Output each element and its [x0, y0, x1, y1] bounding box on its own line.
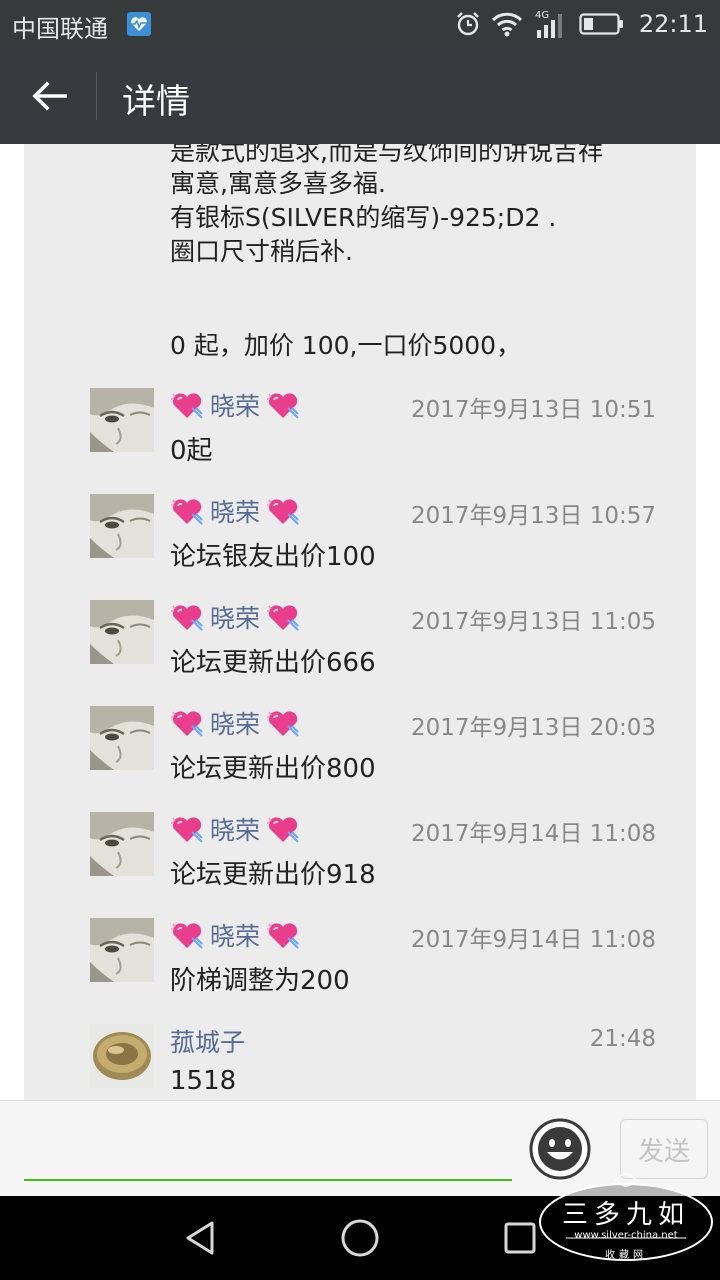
- comment-item[interactable]: 晓荣 2017年9月14日 11:08 阶梯调整为200: [24, 918, 696, 1018]
- comment-item[interactable]: 晓荣 2017年9月13日 20:03 论坛更新出价800: [24, 706, 696, 806]
- comment-timestamp: 2017年9月13日 11:05: [410, 609, 656, 635]
- comment-text: 论坛银友出价100: [170, 542, 376, 572]
- comment-author[interactable]: 晓荣: [170, 494, 300, 528]
- status-bar: 中国联通 4G 22:11: [0, 0, 720, 48]
- face-avatar-icon[interactable]: [90, 812, 154, 876]
- nav-back-button[interactable]: [178, 1216, 222, 1260]
- back-arrow-icon: [32, 81, 67, 111]
- author-name[interactable]: 菰城子: [170, 1023, 245, 1059]
- comment-author[interactable]: 晓荣: [170, 600, 300, 634]
- comment-item[interactable]: 晓荣 2017年9月13日 10:57 论坛银友出价100: [24, 494, 696, 594]
- carrier-label: 中国联通: [12, 15, 108, 43]
- comment-timestamp: 2017年9月13日 10:51: [410, 397, 656, 423]
- sparkling-heart-icon: [267, 817, 299, 843]
- watermark-title: 三多九如: [561, 1200, 690, 1230]
- comment-text: 0起: [170, 436, 213, 466]
- sparkling-heart-icon: [171, 923, 203, 949]
- post-line: 寓意,寓意多喜多福.: [170, 169, 386, 198]
- comment-text: 论坛更新出价800: [170, 754, 376, 784]
- comment-item[interactable]: 晓荣 2017年9月13日 11:05 论坛更新出价666: [24, 600, 696, 700]
- face-avatar-icon[interactable]: [90, 706, 154, 770]
- watermark-subtitle: 收藏网: [605, 1250, 647, 1261]
- comment-text: 1518: [170, 1066, 237, 1096]
- sparkling-heart-icon: [267, 499, 299, 525]
- app-bar-divider: [96, 72, 97, 120]
- sparkling-heart-icon: [171, 817, 203, 843]
- comment-item[interactable]: 晓荣 2017年9月13日 10:51 0起: [24, 388, 696, 488]
- comment-text: 阶梯调整为200: [170, 966, 350, 996]
- comment-author[interactable]: 晓荣: [170, 388, 300, 422]
- author-name[interactable]: 晓荣: [210, 387, 260, 423]
- comment-author[interactable]: 晓荣: [170, 812, 300, 846]
- coin-avatar-icon[interactable]: [90, 1024, 154, 1088]
- sparkling-heart-icon: [267, 923, 299, 949]
- battery-icon: [579, 12, 625, 36]
- comment-author[interactable]: 晓荣: [170, 918, 300, 952]
- author-name[interactable]: 晓荣: [210, 811, 260, 847]
- health-app-icon: [127, 12, 151, 36]
- comment-author[interactable]: 晓荣: [170, 706, 300, 740]
- post-line: 0 起，加价 100,一口价5000，: [170, 331, 522, 360]
- clock: 22:11: [638, 10, 708, 38]
- author-name[interactable]: 晓荣: [210, 599, 260, 635]
- comment-timestamp: 2017年9月13日 10:57: [410, 503, 656, 529]
- sparkling-heart-icon: [171, 605, 203, 631]
- author-name[interactable]: 晓荣: [210, 917, 260, 953]
- post-line: 有银标S(SILVER的缩写)-925;D2 .: [170, 203, 557, 232]
- sparkling-heart-icon: [267, 605, 299, 631]
- status-icons: 4G 22:11: [455, 8, 708, 40]
- sparkling-heart-icon: [171, 499, 203, 525]
- page-title: 详情: [122, 82, 190, 122]
- post-card: 是款式的追求,而是与纹饰间的讲说吉祥 寓意,寓意多喜多福. 有银标S(SILVE…: [24, 144, 696, 1100]
- face-avatar-icon[interactable]: [90, 918, 154, 982]
- signal-icon: 4G: [533, 8, 569, 40]
- comment-text: 论坛更新出价918: [170, 860, 376, 890]
- comment-timestamp: 2017年9月14日 11:08: [410, 821, 656, 847]
- post-line: 圈口尺寸稍后补.: [170, 237, 353, 266]
- alarm-icon: [455, 11, 481, 37]
- circle-home-icon: [341, 1219, 379, 1257]
- comment-timestamp: 2017年9月14日 11:08: [410, 927, 656, 953]
- network-type-label: 4G: [535, 10, 549, 21]
- face-avatar-icon[interactable]: [90, 388, 154, 452]
- sparkling-heart-icon: [171, 393, 203, 419]
- watermark-url: www.silver-china.net: [574, 1230, 678, 1241]
- sparkling-heart-icon: [267, 393, 299, 419]
- author-name[interactable]: 晓荣: [210, 493, 260, 529]
- comment-item[interactable]: 菰城子 21:48 1518: [24, 1024, 696, 1100]
- nav-home-button[interactable]: [338, 1216, 382, 1260]
- app-bar: 详情: [0, 48, 720, 144]
- comment-timestamp: 2017年9月13日 20:03: [410, 715, 656, 741]
- comment-input[interactable]: [24, 1119, 512, 1181]
- face-avatar-icon[interactable]: [90, 494, 154, 558]
- site-watermark: 三多九如 www.silver-china.net 收藏网: [536, 1166, 716, 1272]
- author-name[interactable]: 晓荣: [210, 705, 260, 741]
- sparkling-heart-icon: [267, 711, 299, 737]
- comment-text: 论坛更新出价666: [170, 648, 376, 678]
- comment-author[interactable]: 菰城子: [170, 1024, 245, 1058]
- square-recents-icon: [504, 1222, 536, 1254]
- comment-item[interactable]: 晓荣 2017年9月14日 11:08 论坛更新出价918: [24, 812, 696, 912]
- triangle-back-icon: [186, 1221, 214, 1255]
- detail-content[interactable]: 是款式的追求,而是与纹饰间的讲说吉祥 寓意,寓意多喜多福. 有银标S(SILVE…: [0, 144, 720, 1100]
- comment-timestamp: 21:48: [589, 1026, 656, 1052]
- face-avatar-icon[interactable]: [90, 600, 154, 664]
- sparkling-heart-icon: [171, 711, 203, 737]
- back-button[interactable]: [22, 72, 76, 120]
- wifi-icon: [491, 11, 523, 37]
